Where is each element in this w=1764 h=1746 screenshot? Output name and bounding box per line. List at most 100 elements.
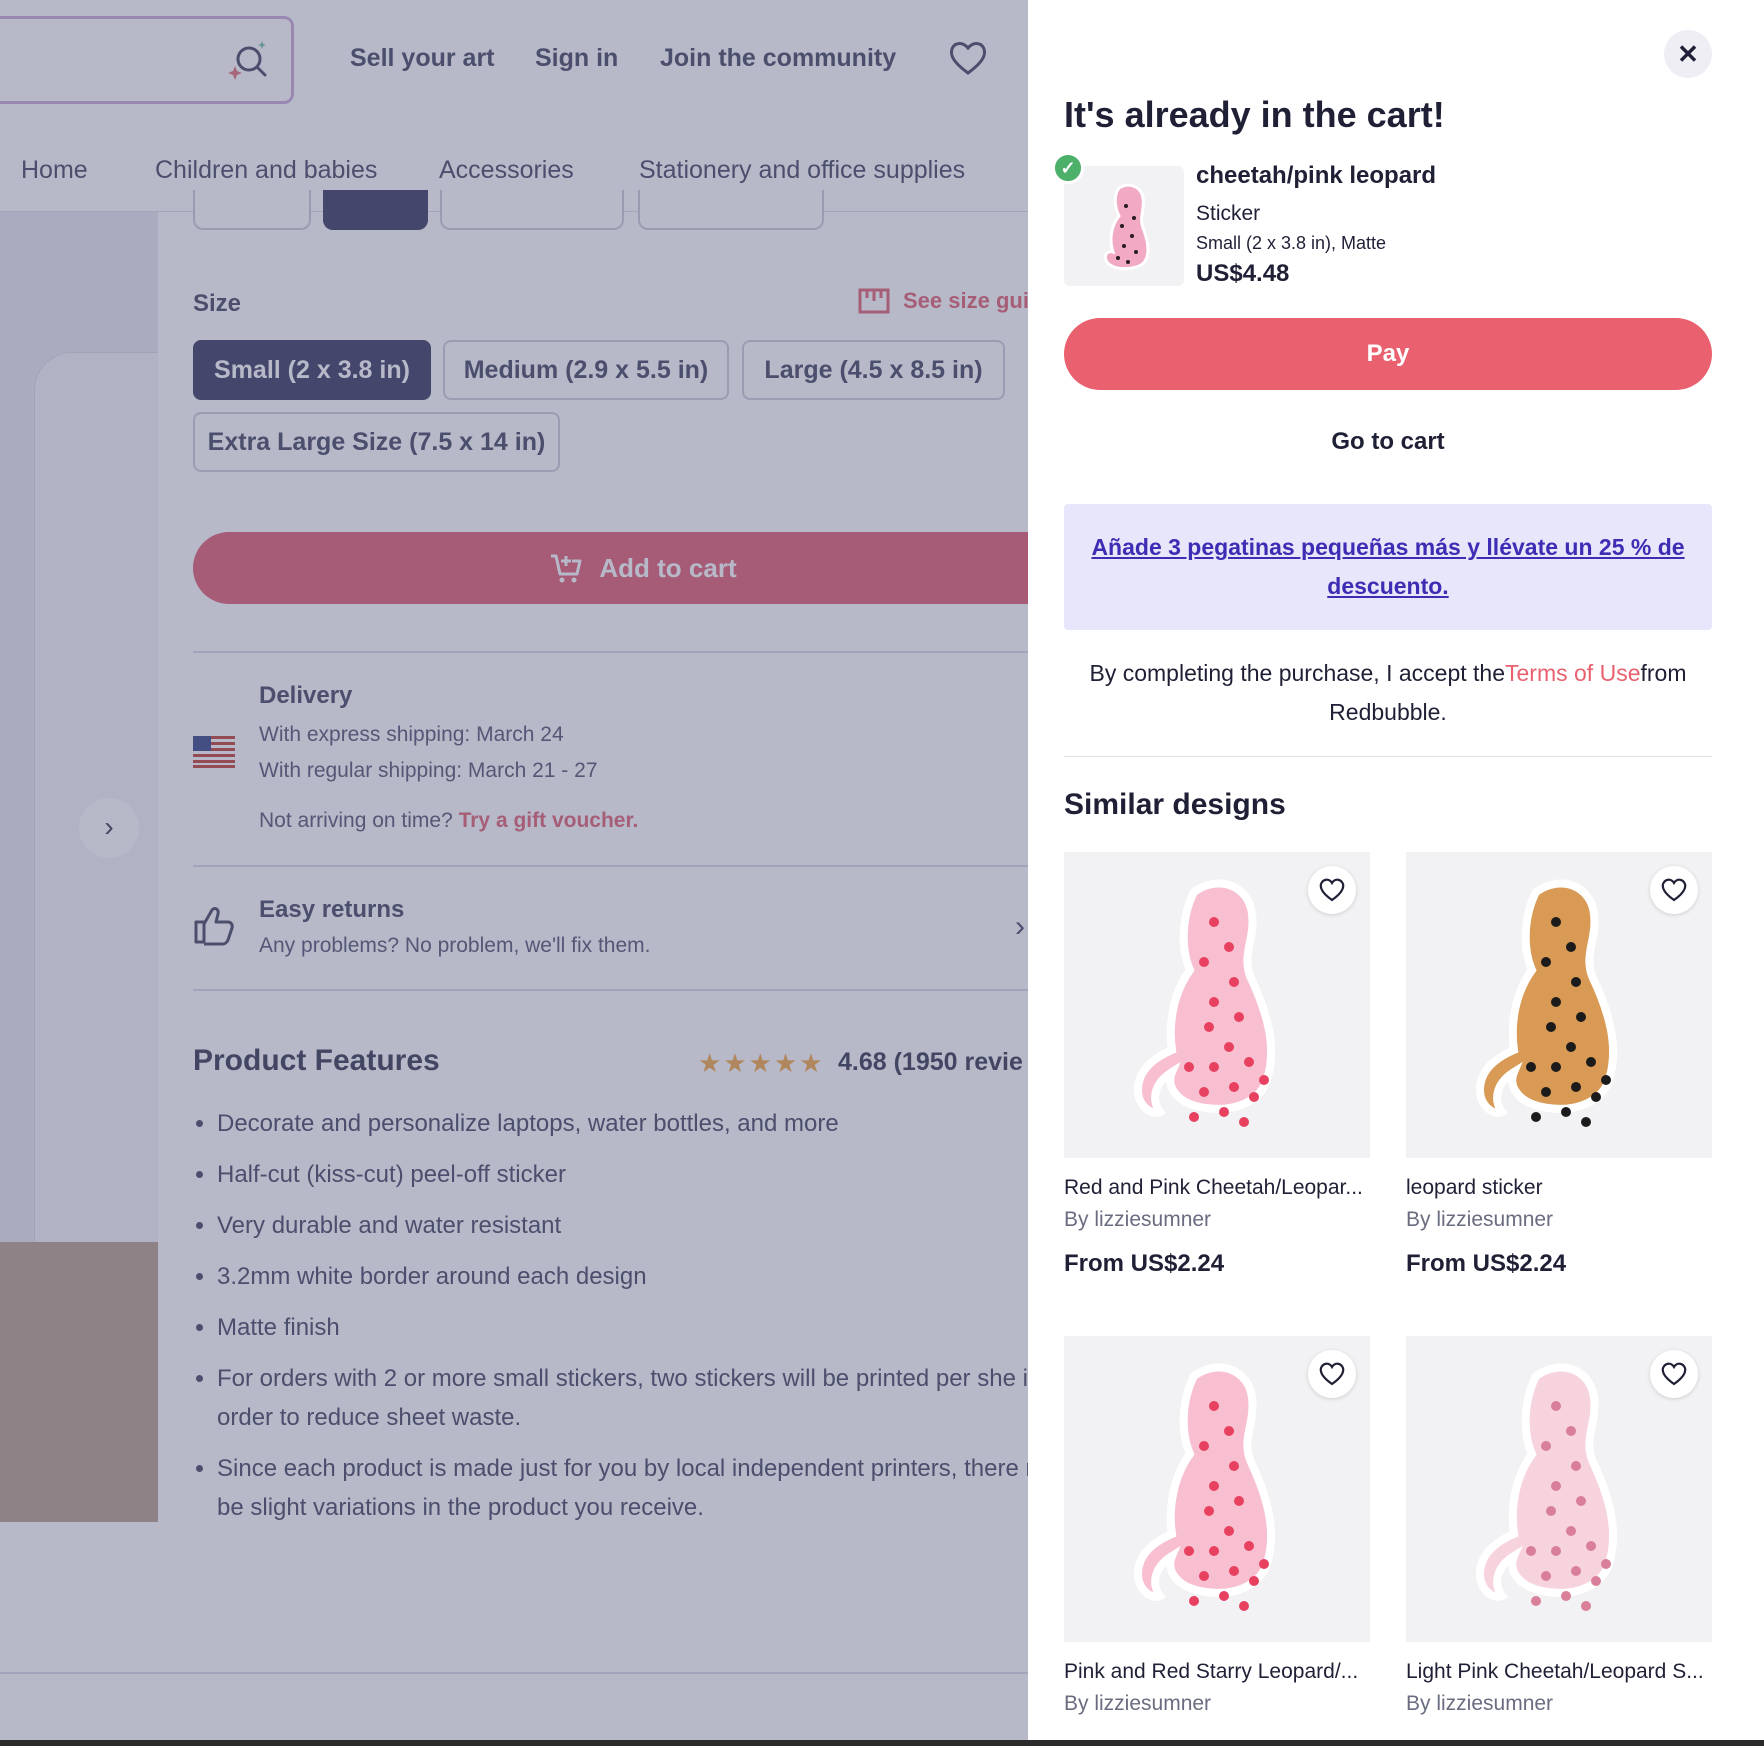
leopard-spot — [1204, 1506, 1214, 1516]
leopard-spot — [1229, 1082, 1239, 1092]
leopard-spot — [1189, 1596, 1199, 1606]
leopard-spot — [1209, 1546, 1219, 1556]
leopard-spot — [1239, 1601, 1249, 1611]
leopard-spot — [1209, 997, 1219, 1007]
leopard-body — [1475, 879, 1618, 1117]
card-artist[interactable]: By lizziesumner — [1064, 1692, 1211, 1716]
modal-backdrop[interactable] — [0, 0, 1028, 1746]
divider — [1064, 756, 1712, 757]
leopard-spot — [1601, 1559, 1611, 1569]
leopard-spot — [1189, 1112, 1199, 1122]
leopard-spot — [1224, 1426, 1234, 1436]
leopard-spot — [1209, 1401, 1219, 1411]
leopard-spot — [1576, 1496, 1586, 1506]
leopard-spot — [1229, 1566, 1239, 1576]
leopard-spot — [1566, 1042, 1576, 1052]
leopard-spot — [1199, 1571, 1209, 1581]
card-title[interactable]: Light Pink Cheetah/Leopard S... — [1406, 1660, 1712, 1684]
pink-leopard-sticker-image — [1103, 183, 1150, 271]
leopard-spot — [1576, 1012, 1586, 1022]
pay-button[interactable]: Pay — [1064, 318, 1712, 390]
leopard-spot — [1259, 1559, 1269, 1569]
card-price: From US$2.24 — [1064, 1250, 1225, 1277]
leopard-spot — [1541, 957, 1551, 967]
leopard-spot — [1244, 1541, 1254, 1551]
leopard-spot — [1546, 1022, 1556, 1032]
leopard-spot — [1586, 1057, 1596, 1067]
favorite-heart-icon[interactable] — [1308, 1350, 1356, 1398]
card-title[interactable]: leopard sticker — [1406, 1176, 1712, 1200]
cart-item-price: US$4.48 — [1196, 260, 1290, 287]
terms-of-use-link[interactable]: Terms of Use — [1505, 660, 1640, 686]
leopard-spot — [1591, 1092, 1601, 1102]
leopard-spot — [1551, 1401, 1561, 1411]
leopard-spot — [1249, 1092, 1259, 1102]
drawer-title: It's already in the cart! — [1064, 94, 1445, 135]
card-title[interactable]: Red and Pink Cheetah/Leopar... — [1064, 1176, 1370, 1200]
card-artist[interactable]: By lizziesumner — [1406, 1692, 1553, 1716]
leopard-spot — [1204, 1022, 1214, 1032]
close-button[interactable]: ✕ — [1664, 30, 1712, 78]
leopard-spot — [1199, 1087, 1209, 1097]
leopard-spot — [1551, 1062, 1561, 1072]
leopard-spot — [1224, 1042, 1234, 1052]
terms-before: By completing the purchase, I accept the — [1089, 660, 1506, 686]
leopard-spot — [1566, 942, 1576, 952]
leopard-spot — [1229, 1461, 1239, 1471]
leopard-spot — [1566, 1426, 1576, 1436]
leopard-spot — [1199, 957, 1209, 967]
leopard-spot — [1219, 1107, 1229, 1117]
card-price: From US$2.24 — [1406, 1250, 1567, 1277]
leopard-spot — [1551, 1481, 1561, 1491]
cart-item-thumbnail[interactable] — [1064, 166, 1184, 286]
leopard-spot — [1541, 1441, 1551, 1451]
leopard-spot — [1531, 1596, 1541, 1606]
go-to-cart-link[interactable]: Go to cart — [1064, 428, 1712, 456]
favorite-heart-icon[interactable] — [1308, 866, 1356, 914]
leopard-spot — [1581, 1117, 1591, 1127]
leopard-spot — [1224, 942, 1234, 952]
favorite-heart-icon[interactable] — [1650, 866, 1698, 914]
card-artist[interactable]: By lizziesumner — [1064, 1208, 1211, 1232]
leopard-spot — [1561, 1107, 1571, 1117]
leopard-spot — [1209, 1062, 1219, 1072]
leopard-spot — [1234, 1496, 1244, 1506]
leopard-spot — [1249, 1576, 1259, 1586]
leopard-spot — [1209, 1481, 1219, 1491]
leopard-spot — [1566, 1526, 1576, 1536]
leopard-spot — [1526, 1546, 1536, 1556]
leopard-spot — [1551, 997, 1561, 1007]
window-bottom-edge — [0, 1740, 1764, 1746]
terms-text: By completing the purchase, I accept the… — [1064, 654, 1712, 732]
leopard-spot — [1571, 1461, 1581, 1471]
leopard-spot — [1184, 1062, 1194, 1072]
leopard-spot — [1234, 1012, 1244, 1022]
leopard-body — [1133, 1363, 1276, 1601]
leopard-spot — [1219, 1591, 1229, 1601]
cart-drawer: ✕ It's already in the cart! ✓ cheetah/pi… — [1028, 0, 1764, 1740]
leopard-spot — [1259, 1075, 1269, 1085]
promo-link[interactable]: Añade 3 pegatinas pequeñas más y llévate… — [1088, 528, 1688, 606]
leopard-spot — [1244, 1057, 1254, 1067]
cart-item-name[interactable]: cheetah/pink leopard — [1196, 162, 1436, 190]
card-artist[interactable]: By lizziesumner — [1406, 1208, 1553, 1232]
leopard-spot — [1571, 1566, 1581, 1576]
leopard-spot — [1551, 917, 1561, 927]
leopard-spot — [1199, 1441, 1209, 1451]
cart-item-options: Small (2 x 3.8 in), Matte — [1196, 233, 1387, 253]
leopard-spot — [1591, 1576, 1601, 1586]
leopard-spot — [1541, 1571, 1551, 1581]
favorite-heart-icon[interactable] — [1650, 1350, 1698, 1398]
leopard-spot — [1531, 1112, 1541, 1122]
check-icon: ✓ — [1052, 152, 1084, 184]
cart-item-type: Sticker — [1196, 202, 1261, 225]
leopard-spot — [1586, 1541, 1596, 1551]
card-title[interactable]: Pink and Red Starry Leopard/... — [1064, 1660, 1370, 1684]
leopard-spot — [1546, 1506, 1556, 1516]
leopard-spot — [1581, 1601, 1591, 1611]
leopard-spot — [1571, 1082, 1581, 1092]
leopard-spot — [1571, 977, 1581, 987]
leopard-spot — [1224, 1526, 1234, 1536]
leopard-spot — [1229, 977, 1239, 987]
leopard-body — [1475, 1363, 1618, 1601]
